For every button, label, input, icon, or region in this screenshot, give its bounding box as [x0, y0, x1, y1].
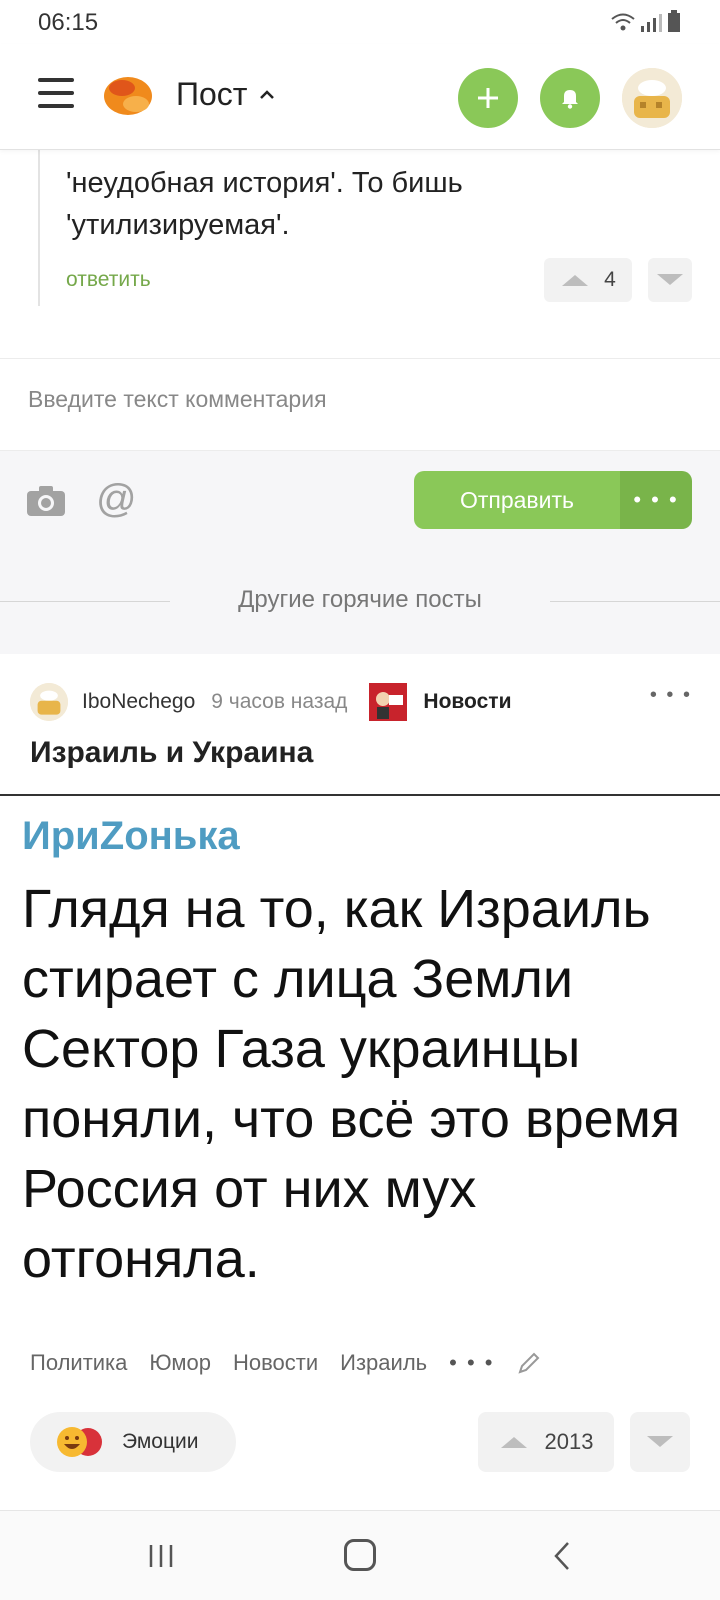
emotions-label: Эмоции — [122, 1430, 199, 1453]
tag[interactable]: Израиль — [340, 1350, 427, 1376]
header-title[interactable]: Пост — [176, 76, 275, 113]
divider-line-right — [550, 601, 720, 602]
status-bar: 06:15 — [0, 0, 720, 44]
home-icon[interactable] — [344, 1539, 376, 1571]
wifi-icon — [611, 13, 635, 31]
comment: 'неудобная история'. То бишь 'утилизируе… — [0, 150, 720, 356]
avatar-image — [622, 68, 682, 128]
back-icon[interactable] — [552, 1541, 572, 1571]
arrow-up-icon — [500, 1437, 527, 1448]
author-avatar-image — [30, 683, 68, 721]
post-more-button[interactable]: • • • — [650, 684, 692, 707]
signal-icon — [641, 14, 662, 32]
recent-apps-icon[interactable] — [148, 1543, 174, 1569]
post-title[interactable]: Израиль и Украина — [30, 736, 313, 770]
status-time: 06:15 — [38, 9, 99, 36]
post-rating: 2013 — [544, 1429, 594, 1454]
community-name[interactable]: Новости — [423, 690, 511, 714]
emoji-icon — [57, 1427, 102, 1457]
camera-icon[interactable] — [26, 485, 66, 517]
meme-text: Глядя на то, как Израиль стирает с лица … — [22, 879, 681, 1289]
post-downvote-button[interactable] — [630, 1412, 690, 1472]
emotions-button[interactable]: Эмоции — [30, 1412, 236, 1472]
mention-icon[interactable]: @ — [96, 477, 137, 522]
post-meta: IboNechego 9 часов назад Новости • • • — [30, 680, 700, 724]
tags-more-button[interactable]: • • • — [449, 1350, 494, 1376]
app-header: Пост — [0, 44, 720, 150]
divider — [0, 358, 720, 359]
comment-input[interactable] — [28, 386, 688, 413]
community-icon[interactable] — [369, 683, 408, 721]
status-icons — [610, 10, 680, 32]
author-name[interactable]: IboNechego — [82, 690, 195, 714]
add-post-button[interactable] — [458, 68, 518, 128]
bell-icon — [562, 90, 578, 109]
comment-rating: 4 — [604, 268, 616, 291]
arrow-down-icon — [647, 1436, 673, 1447]
comment-thread-line — [38, 150, 40, 306]
profile-avatar[interactable] — [622, 68, 682, 128]
arrow-up-icon — [562, 275, 589, 286]
meme-author: ИриZонька — [22, 814, 240, 858]
post-card: IboNechego 9 часов назад Новости • • • И… — [0, 654, 720, 1510]
hamburger-icon[interactable] — [38, 78, 74, 110]
comment-toolbar: @ Отправить • • • — [0, 450, 720, 548]
send-options-button[interactable]: • • • — [620, 471, 692, 529]
chevron-up-icon — [260, 89, 275, 99]
tag[interactable]: Юмор — [149, 1350, 211, 1376]
post-time: 9 часов назад — [211, 690, 348, 713]
pikabu-logo[interactable] — [100, 70, 156, 118]
pencil-icon[interactable] — [516, 1350, 542, 1376]
tag[interactable]: Политика — [30, 1350, 127, 1376]
post-image[interactable]: ИриZонька Глядя на то, как Израиль стира… — [0, 794, 720, 1324]
tag[interactable]: Новости — [233, 1350, 318, 1376]
arrow-down-icon — [657, 274, 683, 285]
tags-row: Политика Юмор Новости Израиль • • • — [30, 1350, 542, 1376]
comment-text: 'неудобная история'. То бишь 'утилизируе… — [66, 167, 463, 241]
send-button[interactable]: Отправить — [414, 471, 620, 529]
reply-link[interactable]: ответить — [66, 268, 151, 292]
post-upvote-button[interactable]: 2013 — [478, 1412, 614, 1472]
battery-icon — [668, 10, 680, 32]
comment-downvote-button[interactable] — [648, 258, 692, 302]
system-nav-bar — [0, 1510, 720, 1600]
other-posts-label: Другие горячие посты — [238, 586, 482, 613]
author-avatar[interactable] — [30, 683, 68, 721]
plus-icon — [478, 88, 498, 108]
header-title-text: Пост — [176, 76, 248, 112]
other-posts-divider: Другие горячие посты — [0, 548, 720, 654]
comment-upvote-button[interactable]: 4 — [544, 258, 632, 302]
notifications-button[interactable] — [540, 68, 600, 128]
